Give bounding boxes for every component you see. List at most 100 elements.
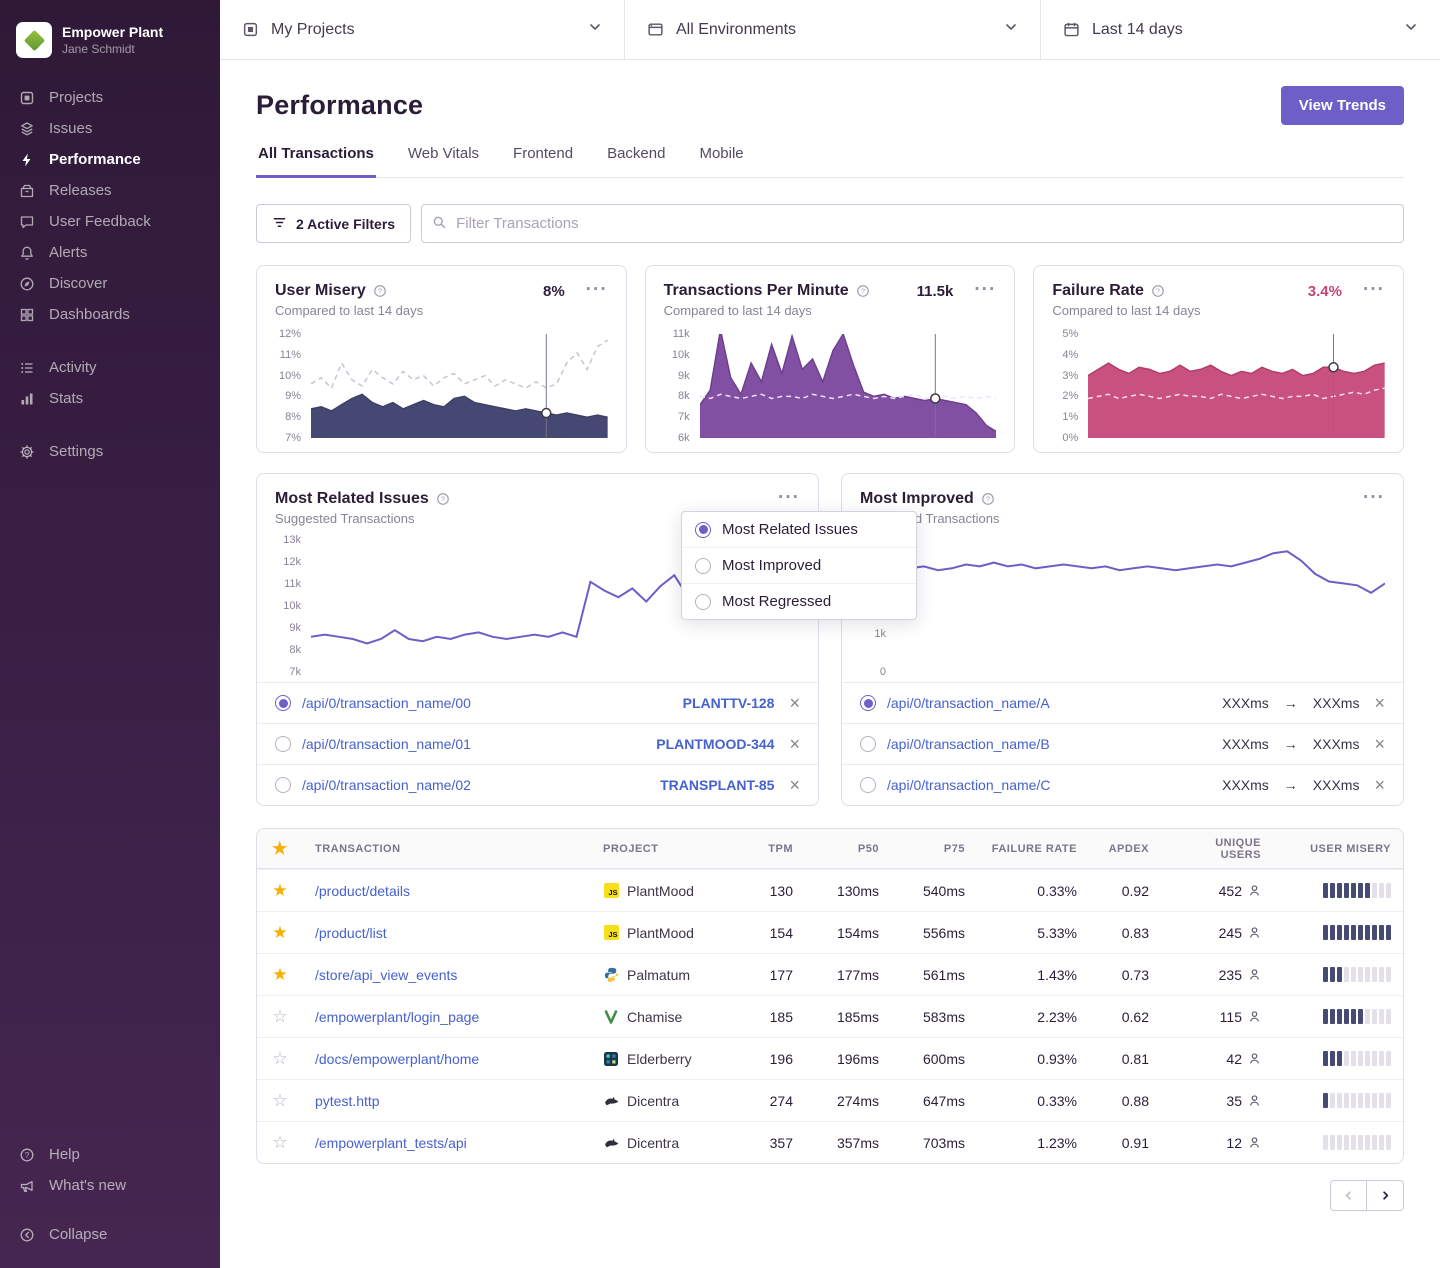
transaction-link[interactable]: /store/api_view_events: [303, 967, 591, 983]
previous-page-button[interactable]: [1330, 1180, 1367, 1211]
tab-backend[interactable]: Backend: [605, 145, 667, 178]
issue-link[interactable]: PLANTTV-128: [683, 695, 775, 711]
close-icon[interactable]: ×: [789, 735, 800, 753]
tab-web-vitals[interactable]: Web Vitals: [406, 145, 481, 178]
tpm-value: 185: [743, 1009, 805, 1025]
radio-button[interactable]: [275, 695, 291, 711]
sidebar-item-help[interactable]: ? Help: [0, 1139, 220, 1170]
tab-all-transactions[interactable]: All Transactions: [256, 145, 376, 178]
transaction-link[interactable]: /api/0/transaction_name/C: [887, 777, 1211, 793]
star-icon[interactable]: [257, 881, 303, 901]
column-header: TPM: [743, 843, 805, 855]
radio-button[interactable]: [275, 736, 291, 752]
issue-link[interactable]: TRANSPLANT-85: [660, 777, 774, 793]
help-icon[interactable]: ?: [856, 284, 870, 298]
issue-link[interactable]: PLANTMOOD-344: [656, 736, 774, 752]
sidebar-item-user-feedback[interactable]: User Feedback: [0, 206, 220, 237]
star-icon[interactable]: [257, 1091, 303, 1111]
performance-page: Performance View Trends All Transactions…: [220, 60, 1440, 1268]
tab-frontend[interactable]: Frontend: [511, 145, 575, 178]
sidebar-item-discover[interactable]: Discover: [0, 268, 220, 299]
close-icon[interactable]: ×: [789, 776, 800, 794]
transaction-search-input[interactable]: [421, 204, 1404, 243]
p75-value: 583ms: [891, 1009, 977, 1025]
users-count: 452: [1219, 883, 1242, 899]
overflow-menu-icon[interactable]: [778, 490, 800, 508]
column-header: APDEX: [1089, 843, 1161, 855]
overflow-menu-icon[interactable]: [586, 282, 608, 300]
menu-option-most-related-issues[interactable]: Most Related Issues: [682, 512, 916, 547]
tab-mobile[interactable]: Mobile: [697, 145, 745, 178]
failure-rate-chart: 5%4%3%2%1%0%: [1052, 334, 1385, 438]
environment-selector[interactable]: All Environments: [625, 0, 1041, 59]
transaction-link[interactable]: pytest.http: [303, 1093, 591, 1109]
close-icon[interactable]: ×: [789, 694, 800, 712]
overflow-menu-icon[interactable]: [1363, 282, 1385, 300]
star-icon[interactable]: [257, 1007, 303, 1027]
panel-title: Most Improved: [860, 490, 974, 508]
close-icon[interactable]: ×: [1374, 776, 1385, 794]
tpm-value: 154: [743, 925, 805, 941]
menu-option-most-improved[interactable]: Most Improved: [682, 547, 916, 583]
radio-button[interactable]: [860, 695, 876, 711]
column-header: P75: [891, 843, 977, 855]
list-item: /api/0/transaction_name/00 PLANTTV-128 ×: [257, 682, 818, 723]
transaction-link[interactable]: /api/0/transaction_name/01: [302, 736, 645, 752]
org-header[interactable]: Empower Plant Jane Schmidt: [0, 14, 220, 82]
line-chart: [896, 540, 1385, 672]
sidebar-item-activity[interactable]: Activity: [0, 352, 220, 383]
active-filters-button[interactable]: 2 Active Filters: [256, 204, 411, 243]
sidebar-item-settings[interactable]: Settings: [0, 436, 220, 467]
sidebar-item-issues[interactable]: Issues: [0, 113, 220, 144]
help-icon[interactable]: ?: [981, 492, 995, 506]
tabs: All Transactions Web Vitals Frontend Bac…: [256, 145, 1404, 178]
close-icon[interactable]: ×: [1374, 735, 1385, 753]
sidebar-item-alerts[interactable]: Alerts: [0, 237, 220, 268]
transaction-link[interactable]: /api/0/transaction_name/00: [302, 695, 672, 711]
apdex-value: 0.88: [1089, 1093, 1161, 1109]
overflow-menu-icon[interactable]: [1363, 490, 1385, 508]
radio-button[interactable]: [860, 777, 876, 793]
failure-rate-value: 2.23%: [977, 1009, 1089, 1025]
transaction-link[interactable]: /api/0/transaction_name/B: [887, 736, 1211, 752]
transaction-link[interactable]: /empowerplant_tests/api: [303, 1135, 591, 1151]
user-misery-chart: 12%11%10%9%8%7%: [275, 334, 608, 438]
transaction-link[interactable]: /product/details: [303, 883, 591, 899]
overflow-menu-icon[interactable]: [974, 282, 996, 300]
sidebar-item-stats[interactable]: Stats: [0, 383, 220, 414]
radio-button[interactable]: [860, 736, 876, 752]
sidebar-item-performance[interactable]: Performance: [0, 144, 220, 175]
sidebar-item-label: Projects: [49, 89, 103, 106]
sidebar-item-whats-new[interactable]: What's new: [0, 1170, 220, 1201]
help-icon[interactable]: ?: [436, 492, 450, 506]
apdex-value: 0.92: [1089, 883, 1161, 899]
close-icon[interactable]: ×: [1374, 694, 1385, 712]
sidebar-item-releases[interactable]: Releases: [0, 175, 220, 206]
p75-value: 540ms: [891, 883, 977, 899]
next-page-button[interactable]: [1367, 1180, 1404, 1211]
transaction-link[interactable]: /api/0/transaction_name/A: [887, 695, 1211, 711]
sidebar-collapse-button[interactable]: Collapse: [0, 1219, 220, 1250]
star-icon[interactable]: [257, 923, 303, 943]
transaction-link[interactable]: /api/0/transaction_name/02: [302, 777, 649, 793]
project-selector[interactable]: My Projects: [220, 0, 625, 59]
star-icon[interactable]: [257, 1049, 303, 1069]
help-icon[interactable]: ?: [1151, 284, 1165, 298]
p50-value: 274ms: [805, 1093, 891, 1109]
help-icon[interactable]: ?: [373, 284, 387, 298]
calendar-icon: [1063, 21, 1080, 38]
transaction-link[interactable]: /docs/empowerplant/home: [303, 1051, 591, 1067]
star-icon[interactable]: [257, 965, 303, 985]
tpm-value: 274: [743, 1093, 805, 1109]
transaction-link[interactable]: /product/list: [303, 925, 591, 941]
sidebar-item-dashboards[interactable]: Dashboards: [0, 299, 220, 330]
radio-button[interactable]: [275, 777, 291, 793]
menu-option-most-regressed[interactable]: Most Regressed: [682, 583, 916, 619]
view-trends-button[interactable]: View Trends: [1281, 86, 1404, 125]
star-icon[interactable]: [257, 1133, 303, 1153]
date-range-selector[interactable]: Last 14 days: [1041, 0, 1440, 59]
sidebar-item-projects[interactable]: Projects: [0, 82, 220, 113]
p75-value: 647ms: [891, 1093, 977, 1109]
transaction-link[interactable]: /empowerplant/login_page: [303, 1009, 591, 1025]
failure-rate-value: 0.33%: [977, 883, 1089, 899]
